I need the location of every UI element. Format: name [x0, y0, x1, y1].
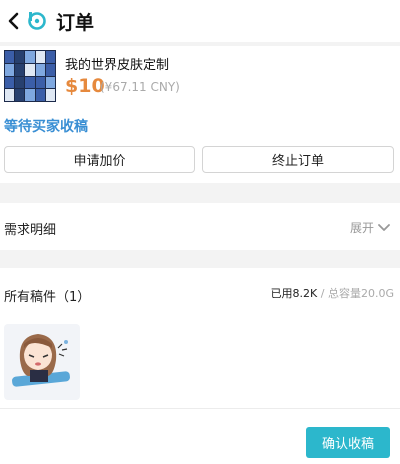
files-section: 所有稿件（1） 已用8.2K / 总容量20.0G — [0, 268, 400, 408]
chevron-left-icon — [8, 12, 19, 30]
product-thumbnail[interactable] — [4, 50, 56, 102]
price-cny: (¥67.11 CNY) — [100, 80, 180, 94]
raise-price-button[interactable]: 申请加价 — [4, 146, 195, 173]
chevron-down-icon — [378, 223, 390, 231]
storage-used: 已用8.2K — [270, 287, 318, 300]
file-thumbnail[interactable] — [4, 324, 80, 400]
top-bar: 订单 — [0, 0, 400, 42]
product-title[interactable]: 我的世界皮肤定制 — [65, 54, 169, 73]
storage-total: / 总容量20.0G — [317, 287, 394, 300]
price: $10 — [65, 75, 105, 97]
confirm-receipt-button[interactable]: 确认收稿 — [306, 427, 390, 458]
terminate-order-button[interactable]: 终止订单 — [202, 146, 394, 173]
app-logo-icon — [26, 10, 48, 32]
order-card: 我的世界皮肤定制 $10 (¥67.11 CNY) 等待买家收稿 申请加价 终止… — [0, 46, 400, 183]
storage-usage: 已用8.2K / 总容量20.0G — [271, 285, 394, 301]
requirements-title: 需求明细 — [4, 223, 57, 238]
expand-label: 展开 — [349, 221, 374, 235]
files-title: 所有稿件（1） — [4, 290, 91, 305]
expand-button[interactable]: 展开 — [350, 219, 390, 236]
character-illustration-icon — [12, 334, 70, 387]
bottom-bar: 确认收稿 — [0, 408, 400, 464]
page-title: 订单 — [56, 11, 95, 34]
order-status: 等待买家收稿 — [4, 119, 88, 135]
back-button[interactable] — [2, 0, 24, 42]
requirements-section: 需求明细 展开 — [0, 203, 400, 250]
